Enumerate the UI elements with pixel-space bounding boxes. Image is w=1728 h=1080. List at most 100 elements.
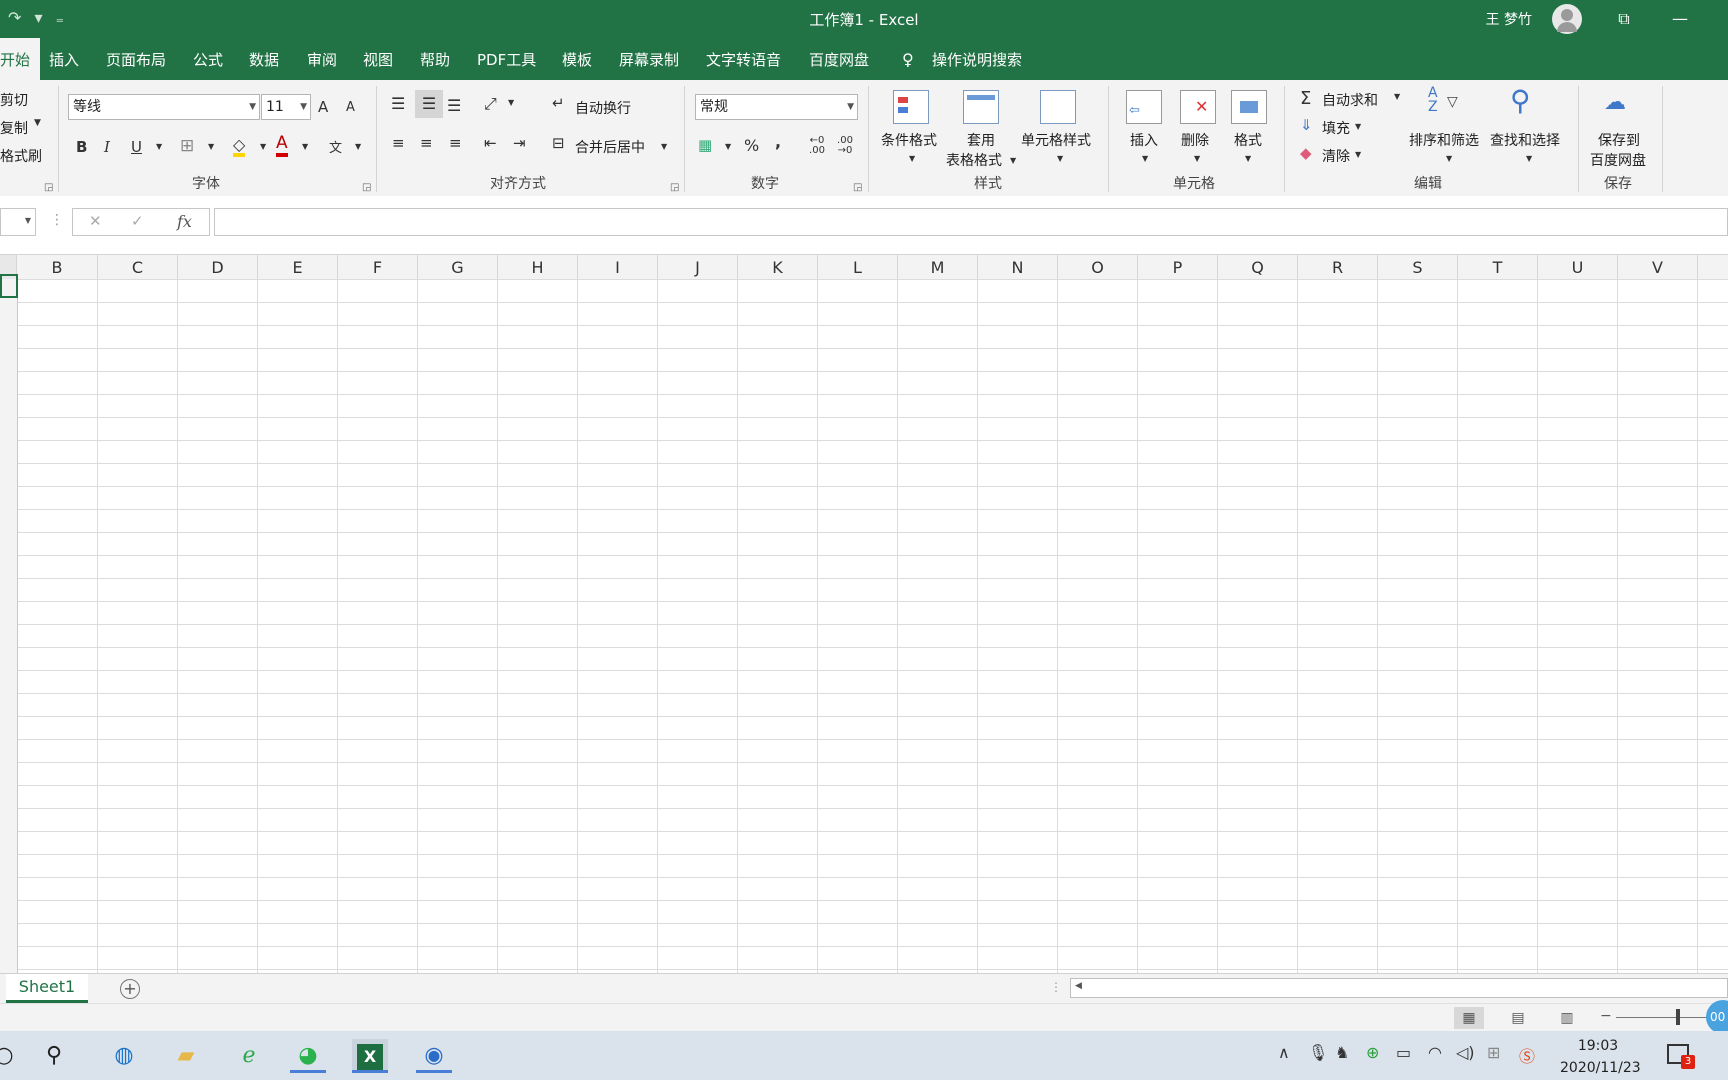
align-left-icon[interactable]: ≡ <box>392 134 405 152</box>
tab-baidu-netdisk[interactable]: 百度网盘 <box>809 38 869 80</box>
chevron-down-icon[interactable]: ▼ <box>355 142 361 151</box>
number-dialog-launcher-icon[interactable]: ◲ <box>853 182 862 193</box>
zoom-slider-thumb[interactable] <box>1676 1009 1680 1025</box>
column-header[interactable]: U <box>1538 255 1618 279</box>
tab-screen-record[interactable]: 屏幕录制 <box>619 38 679 80</box>
delete-cells-button[interactable]: 删除 <box>1181 130 1209 150</box>
chevron-down-icon[interactable]: ▼ <box>156 142 162 151</box>
tab-data[interactable]: 数据 <box>249 38 279 80</box>
chevron-down-icon[interactable]: ▼ <box>1010 156 1016 165</box>
find-select-button[interactable]: 查找和选择 <box>1490 130 1560 150</box>
chevron-down-icon[interactable]: ▼ <box>302 142 308 151</box>
tab-review[interactable]: 审阅 <box>307 38 337 80</box>
fill-button[interactable]: 填充 <box>1322 118 1350 138</box>
zoom-out-icon[interactable]: − <box>1600 1008 1612 1024</box>
column-header[interactable]: S <box>1378 255 1458 279</box>
grow-font-icon[interactable]: A <box>318 98 328 116</box>
font-size-select[interactable]: 11 ▼ <box>261 94 311 120</box>
tab-templates[interactable]: 模板 <box>562 38 592 80</box>
battery-icon[interactable]: ▭ <box>1396 1043 1411 1062</box>
save-to-netdisk-button[interactable]: 百度网盘 <box>1590 150 1646 170</box>
column-header[interactable]: V <box>1618 255 1698 279</box>
sort-filter-button[interactable]: 排序和筛选 <box>1409 130 1479 150</box>
column-header[interactable]: K <box>738 255 818 279</box>
column-header[interactable]: M <box>898 255 978 279</box>
column-header[interactable]: O <box>1058 255 1138 279</box>
chevron-down-icon[interactable]: ▼ <box>1245 154 1251 163</box>
chevron-down-icon[interactable]: ▼ <box>25 216 31 225</box>
column-header[interactable]: G <box>418 255 498 279</box>
orientation-icon[interactable]: ⤢ <box>484 94 497 114</box>
qq-icon[interactable]: ♞ <box>1335 1043 1349 1062</box>
tab-text-to-speech[interactable]: 文字转语音 <box>706 38 781 80</box>
scroll-left-icon[interactable]: ◀ <box>1075 981 1082 991</box>
conditional-formatting-button[interactable]: 条件格式 <box>881 130 937 150</box>
shrink-font-icon[interactable]: A <box>346 100 355 115</box>
align-top-icon[interactable]: ☰ <box>391 94 405 113</box>
increase-decimal-icon[interactable]: ←0.00 <box>806 136 828 156</box>
normal-view-icon[interactable]: ▦ <box>1454 1007 1484 1029</box>
name-box[interactable]: ▼ <box>0 208 36 236</box>
green-app-icon[interactable]: ⊕ <box>1366 1043 1379 1062</box>
font-color-icon[interactable]: A <box>276 134 288 157</box>
cell-styles-button[interactable]: 单元格样式 <box>1021 130 1091 150</box>
column-header[interactable]: F <box>338 255 418 279</box>
row-headers[interactable] <box>0 279 18 973</box>
formula-input[interactable] <box>214 208 1728 236</box>
format-as-table-line1[interactable]: 套用 <box>967 130 995 150</box>
sheet-tab[interactable]: Sheet1 <box>6 974 88 1003</box>
column-header[interactable]: L <box>818 255 898 279</box>
format-as-table-button[interactable]: 表格格式 <box>946 150 1002 170</box>
chevron-down-icon[interactable]: ▼ <box>661 142 667 151</box>
align-center-icon[interactable]: ≡ <box>420 134 433 152</box>
decrease-indent-icon[interactable]: ⇤ <box>484 134 497 152</box>
column-header[interactable]: N <box>978 255 1058 279</box>
chevron-down-icon[interactable]: ▼ <box>1355 122 1361 131</box>
number-format-select[interactable]: 常规 ▼ <box>695 94 858 120</box>
column-header[interactable]: T <box>1458 255 1538 279</box>
minimize-button[interactable]: — <box>1666 6 1694 32</box>
font-dialog-launcher-icon[interactable]: ◲ <box>362 182 371 193</box>
user-name[interactable]: 王 梦竹 <box>1486 9 1532 29</box>
chevron-down-icon[interactable]: ▼ <box>1526 154 1532 163</box>
save-to-netdisk-line1[interactable]: 保存到 <box>1598 130 1640 150</box>
chevron-down-icon[interactable]: ▼ <box>508 98 514 107</box>
more-options-icon[interactable]: ⋮ <box>50 212 64 228</box>
borders-icon[interactable]: ⊞ <box>180 136 194 156</box>
phonetic-guide-icon[interactable]: 文 <box>329 137 342 156</box>
cancel-icon[interactable]: ✕ <box>89 212 102 230</box>
align-right-icon[interactable]: ≡ <box>449 134 462 152</box>
chevron-down-icon[interactable]: ▼ <box>1446 154 1452 163</box>
chevron-down-icon[interactable]: ▼ <box>1394 92 1400 101</box>
underline-button[interactable]: U <box>131 138 142 156</box>
fill-color-icon[interactable]: ◇ <box>233 136 246 157</box>
column-header[interactable]: C <box>98 255 178 279</box>
ie-browser-icon[interactable]: ℯ <box>231 1039 267 1073</box>
column-header[interactable]: Q <box>1218 255 1298 279</box>
clear-button[interactable]: 清除 <box>1322 146 1350 166</box>
chevron-down-icon[interactable]: ▼ <box>1194 154 1200 163</box>
column-header[interactable]: I <box>578 255 658 279</box>
italic-button[interactable]: I <box>104 138 110 156</box>
tell-me-search[interactable]: 操作说明搜索 <box>932 38 1022 80</box>
tab-pdf-tools[interactable]: PDF工具 <box>477 38 536 80</box>
zoom-badge[interactable]: 00 <box>1706 1000 1728 1034</box>
microphone-icon[interactable]: 🎙 <box>1308 1043 1328 1062</box>
chevron-down-icon[interactable]: ▼ <box>34 118 41 128</box>
wrap-text-button[interactable]: 自动换行 <box>575 98 631 118</box>
wechat-icon[interactable]: ◕ <box>290 1039 326 1073</box>
clock[interactable]: 19:03 2020/11/23 <box>1560 1035 1641 1079</box>
horizontal-scrollbar[interactable]: ◀ <box>1070 978 1728 998</box>
avatar[interactable] <box>1552 4 1582 34</box>
chevron-down-icon[interactable]: ▼ <box>725 142 731 151</box>
decrease-decimal-icon[interactable]: .00 →0 <box>834 136 856 156</box>
chevron-down-icon[interactable]: ▼ <box>1355 150 1361 159</box>
accounting-format-icon[interactable]: ▦ <box>698 136 712 154</box>
column-header[interactable]: B <box>17 255 98 279</box>
percent-style-button[interactable]: % <box>744 136 759 155</box>
splitter-handle-icon[interactable]: ⋮ <box>1050 980 1062 994</box>
edge-browser-icon[interactable]: ◍ <box>106 1039 142 1073</box>
page-break-view-icon[interactable]: ▥ <box>1552 1007 1582 1029</box>
align-bottom-icon[interactable]: ☰ <box>447 96 461 115</box>
tab-formulas[interactable]: 公式 <box>193 38 223 80</box>
